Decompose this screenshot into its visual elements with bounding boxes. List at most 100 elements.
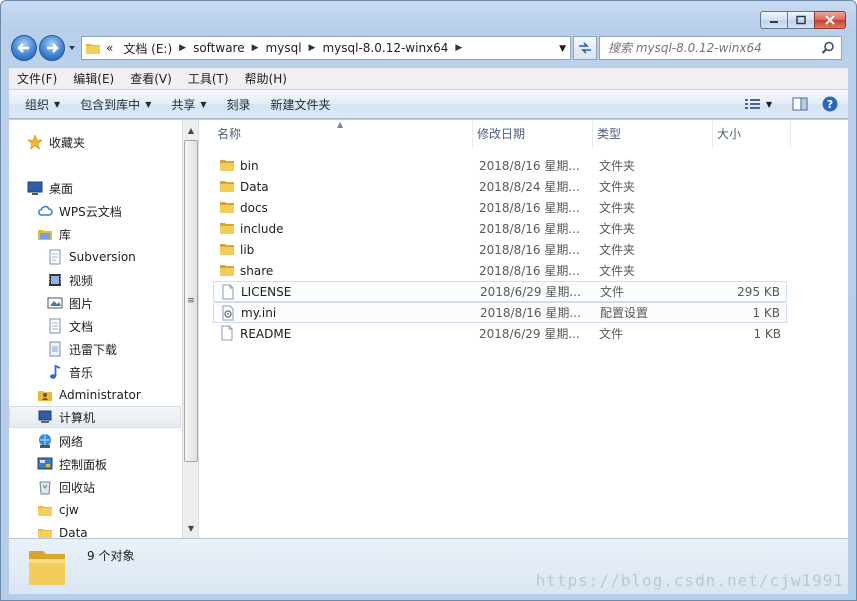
folder-icon: [220, 244, 234, 255]
file-row[interactable]: Data 2018/8/24 星期... 文件夹: [213, 176, 787, 197]
scroll-up-icon[interactable]: ▲: [183, 122, 198, 138]
file-row[interactable]: docs 2018/8/16 星期... 文件夹: [213, 197, 787, 218]
recent-pages-dropdown[interactable]: [67, 43, 77, 53]
nav-network[interactable]: 网络: [37, 430, 83, 452]
refresh-button[interactable]: [573, 36, 597, 60]
close-button[interactable]: [814, 11, 846, 29]
column-size[interactable]: 大小: [713, 120, 791, 148]
file-name: docs: [240, 200, 268, 215]
nav-label: WPS云文档: [59, 204, 122, 219]
file-date: 2018/8/16 星期...: [479, 243, 580, 257]
column-date[interactable]: 修改日期: [473, 120, 593, 148]
scroll-down-icon[interactable]: ▼: [183, 520, 198, 536]
change-view-button[interactable]: ▼: [744, 95, 778, 113]
arrow-right-icon: [47, 43, 59, 53]
search-input[interactable]: [608, 41, 818, 55]
search-box[interactable]: [599, 36, 842, 60]
file-row[interactable]: my.ini 2018/8/16 星期... 配置设置 1 KB: [213, 302, 787, 323]
nav-subversion[interactable]: Subversion: [47, 246, 136, 268]
file-name: include: [240, 221, 284, 236]
file-type: 文件夹: [599, 222, 636, 236]
nav-cjw[interactable]: cjw: [37, 499, 79, 521]
file-row[interactable]: README 2018/6/29 星期... 文件 1 KB: [213, 323, 787, 344]
maximize-button[interactable]: [787, 11, 814, 29]
chevron-right-icon[interactable]: ▶: [453, 43, 464, 53]
item-count: 9 个对象: [87, 549, 135, 563]
menu-edit[interactable]: 编辑(E): [65, 70, 122, 87]
minimize-button[interactable]: [760, 11, 787, 29]
menu-tools[interactable]: 工具(T): [180, 70, 237, 87]
folder-large-icon: [29, 551, 65, 585]
chevron-right-icon[interactable]: ▶: [307, 43, 318, 53]
nav-documents[interactable]: 文档: [47, 315, 93, 337]
preview-pane-icon[interactable]: [792, 97, 808, 111]
file-row[interactable]: LICENSE 2018/6/29 星期... 文件 295 KB: [213, 281, 787, 302]
file-size: 1 KB: [753, 326, 781, 341]
scrollbar-thumb[interactable]: ≡: [184, 140, 198, 462]
column-name[interactable]: 名称: [213, 120, 473, 148]
menu-help[interactable]: 帮助(H): [237, 70, 295, 87]
file-row[interactable]: include 2018/8/16 星期... 文件夹: [213, 218, 787, 239]
chevron-right-icon[interactable]: ▶: [250, 43, 261, 53]
address-bar[interactable]: « 文档 (E:) ▶ software ▶ mysql ▶ mysql-8.0…: [81, 36, 571, 60]
restore-icon: [796, 15, 806, 25]
window-controls: [760, 11, 846, 29]
nav-administrator[interactable]: Administrator: [37, 384, 141, 406]
help-icon[interactable]: ?: [822, 96, 838, 112]
breadcrumb-mysql[interactable]: mysql: [261, 41, 307, 55]
nav-wps-cloud[interactable]: WPS云文档: [37, 200, 122, 222]
breadcrumb-current[interactable]: mysql-8.0.12-winx64: [317, 41, 453, 55]
breadcrumb-drive[interactable]: 文档 (E:): [118, 40, 177, 57]
file-row[interactable]: lib 2018/8/16 星期... 文件夹: [213, 239, 787, 260]
nav-libraries[interactable]: 库: [37, 223, 71, 245]
nav-label: 计算机: [59, 410, 96, 425]
nav-music[interactable]: 音乐: [47, 361, 93, 383]
watermark: https://blog.csdn.net/cjw1991: [535, 571, 844, 590]
file-row[interactable]: bin 2018/8/16 星期... 文件夹: [213, 155, 787, 176]
nav-thunder-downloads[interactable]: 迅雷下载: [47, 338, 117, 360]
breadcrumb-software[interactable]: software: [188, 41, 250, 55]
star-icon: [27, 134, 43, 150]
file-date: 2018/8/16 星期...: [479, 222, 580, 236]
nav-label: 桌面: [49, 181, 74, 196]
search-icon[interactable]: [821, 41, 835, 55]
address-dropdown-icon[interactable]: ▼: [559, 44, 566, 54]
navigation-pane: 收藏夹 桌面 WPS云文档 库 Subversion 视频 图片 文档 迅雷下载…: [9, 120, 199, 538]
explorer-window: « 文档 (E:) ▶ software ▶ mysql ▶ mysql-8.0…: [0, 0, 857, 601]
file-name: share: [240, 263, 274, 278]
nav-control-panel[interactable]: 控制面板: [37, 453, 107, 475]
chevron-right-icon[interactable]: ▶: [177, 43, 188, 53]
nav-pictures[interactable]: 图片: [47, 292, 93, 314]
nav-recycle-bin[interactable]: 回收站: [37, 476, 95, 498]
nav-computer[interactable]: 计算机: [9, 406, 181, 428]
nav-videos[interactable]: 视频: [47, 269, 93, 291]
column-type[interactable]: 类型: [593, 120, 713, 148]
include-in-library-button[interactable]: 包含到库中 ▼: [70, 90, 161, 118]
new-folder-button[interactable]: 新建文件夹: [261, 90, 341, 118]
menu-view[interactable]: 查看(V): [122, 70, 180, 87]
share-label: 共享: [171, 97, 196, 112]
forward-button[interactable]: [39, 35, 65, 61]
nav-favorites[interactable]: 收藏夹: [27, 131, 85, 153]
file-name: Data: [240, 179, 269, 194]
nav-desktop[interactable]: 桌面: [27, 177, 73, 199]
burn-button[interactable]: 刻录: [217, 90, 261, 118]
file-row[interactable]: share 2018/8/16 星期... 文件夹: [213, 260, 787, 281]
navigation-scrollbar[interactable]: ▲ ≡ ▼: [182, 120, 198, 538]
menu-file[interactable]: 文件(F): [9, 70, 65, 87]
nav-label: 回收站: [59, 480, 96, 495]
organize-button[interactable]: 组织 ▼: [9, 90, 70, 118]
nav-data[interactable]: Data: [37, 522, 88, 538]
file-date: 2018/6/29 星期...: [479, 327, 580, 341]
back-button[interactable]: [11, 35, 37, 61]
file-type: 文件夹: [599, 180, 636, 194]
nav-label: 视频: [69, 273, 94, 288]
breadcrumb-overflow[interactable]: «: [101, 41, 118, 55]
share-button[interactable]: 共享 ▼: [161, 90, 216, 118]
cloud-icon: [37, 203, 53, 219]
burn-label: 刻录: [226, 97, 251, 112]
file-type: 文件夹: [599, 243, 636, 257]
folder-icon: [220, 181, 234, 192]
column-header-row: ▲ 名称 修改日期 类型 大小: [207, 120, 848, 148]
folder-icon: [37, 502, 53, 518]
